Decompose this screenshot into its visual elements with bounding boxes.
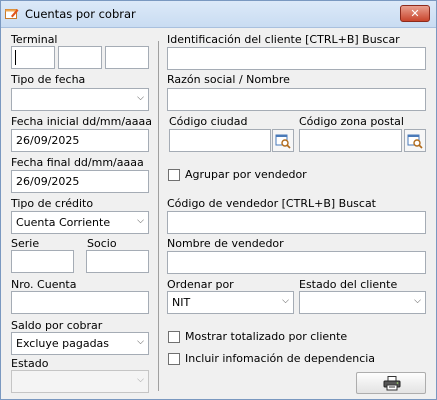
terminal-field-3[interactable] [105,46,149,69]
chevron-down-icon: ⌵ [137,93,144,103]
tipo-credito-value: Cuenta Corriente [16,216,111,229]
saldo-label: Saldo por cobrar [11,319,103,332]
nro-cuenta-label: Nro. Cuenta [11,278,77,291]
search-lookup-icon [407,134,423,149]
close-button[interactable]: ✕ [400,5,430,22]
cuentas-por-cobrar-window: Cuentas por cobrar ✕ Terminal Tipo de fe… [0,0,437,400]
column-divider [158,41,159,391]
chevron-down-icon: ⌵ [137,337,144,347]
codigo-ciudad-input[interactable] [169,129,271,152]
chevron-down-icon: ⌵ [414,296,421,306]
nro-cuenta-input[interactable] [11,291,149,314]
mostrar-totalizado-label: Mostrar totalizado por cliente [185,330,348,343]
estado-label: Estado [11,357,49,370]
ordenar-value: NIT [172,296,191,309]
agrupar-vendedor-label: Agrupar por vendedor [185,168,307,181]
ordenar-select[interactable]: NIT ⌵ [167,291,294,314]
codigo-vendedor-input[interactable] [167,211,426,234]
nombre-vendedor-label: Nombre de vendedor [167,237,284,250]
codigo-zona-label: Código zona postal [299,115,404,128]
fecha-inicial-input[interactable]: 26/09/2025 [11,129,149,152]
fecha-final-value: 26/09/2025 [16,175,80,188]
search-lookup-icon [275,134,291,149]
id-cliente-input[interactable] [167,47,426,70]
ciudad-lookup-button[interactable] [272,129,294,152]
title-bar: Cuentas por cobrar ✕ [1,1,436,28]
close-icon: ✕ [410,7,420,20]
ordenar-label: Ordenar por [167,278,234,291]
agrupar-vendedor-checkbox[interactable] [168,169,180,181]
nombre-vendedor-input[interactable] [167,251,426,274]
id-cliente-label: Identificación del cliente [CTRL+B] Busc… [167,33,400,46]
socio-label: Socio [87,237,117,250]
estado-cliente-label: Estado del cliente [299,278,398,291]
edit-window-icon [5,9,19,19]
tipo-fecha-label: Tipo de fecha [11,73,86,86]
serie-input[interactable] [11,250,74,273]
estado-select[interactable]: ⌵ [11,370,149,393]
incluir-dependencia-label: Incluir infomación de dependencia [185,352,376,365]
window-title: Cuentas por cobrar [25,7,136,21]
terminal-field-2[interactable] [58,46,102,69]
tipo-fecha-select[interactable]: ⌵ [11,88,149,111]
chevron-down-icon: ⌵ [137,375,144,385]
estado-cliente-select[interactable]: ⌵ [299,291,426,314]
razon-social-label: Razón social / Nombre [167,73,290,86]
text-caret [15,50,16,65]
zona-lookup-button[interactable] [404,129,426,152]
tipo-credito-label: Tipo de crédito [11,197,94,210]
mostrar-totalizado-checkbox[interactable] [168,331,180,343]
codigo-vendedor-label: Código de vendedor [CTRL+B] Buscat [167,197,376,210]
codigo-zona-input[interactable] [299,129,402,152]
fecha-final-input[interactable]: 26/09/2025 [11,170,149,193]
saldo-value: Excluye pagadas [16,337,110,350]
terminal-field-1[interactable] [11,46,55,69]
fecha-inicial-value: 26/09/2025 [16,134,80,147]
chevron-down-icon: ⌵ [282,296,289,306]
fecha-inicial-label: Fecha inicial dd/mm/aaaa [11,115,153,128]
socio-input[interactable] [86,250,149,273]
incluir-dependencia-checkbox[interactable] [168,353,180,365]
codigo-ciudad-label: Código ciudad [169,115,248,128]
printer-icon [383,376,401,391]
print-button[interactable] [356,372,426,394]
fecha-final-label: Fecha final dd/mm/aaaa [11,156,144,169]
saldo-select[interactable]: Excluye pagadas ⌵ [11,332,149,355]
tipo-credito-select[interactable]: Cuenta Corriente ⌵ [11,211,149,234]
terminal-label: Terminal [11,33,58,46]
razon-social-input[interactable] [167,88,426,111]
serie-label: Serie [11,237,40,250]
chevron-down-icon: ⌵ [137,216,144,226]
